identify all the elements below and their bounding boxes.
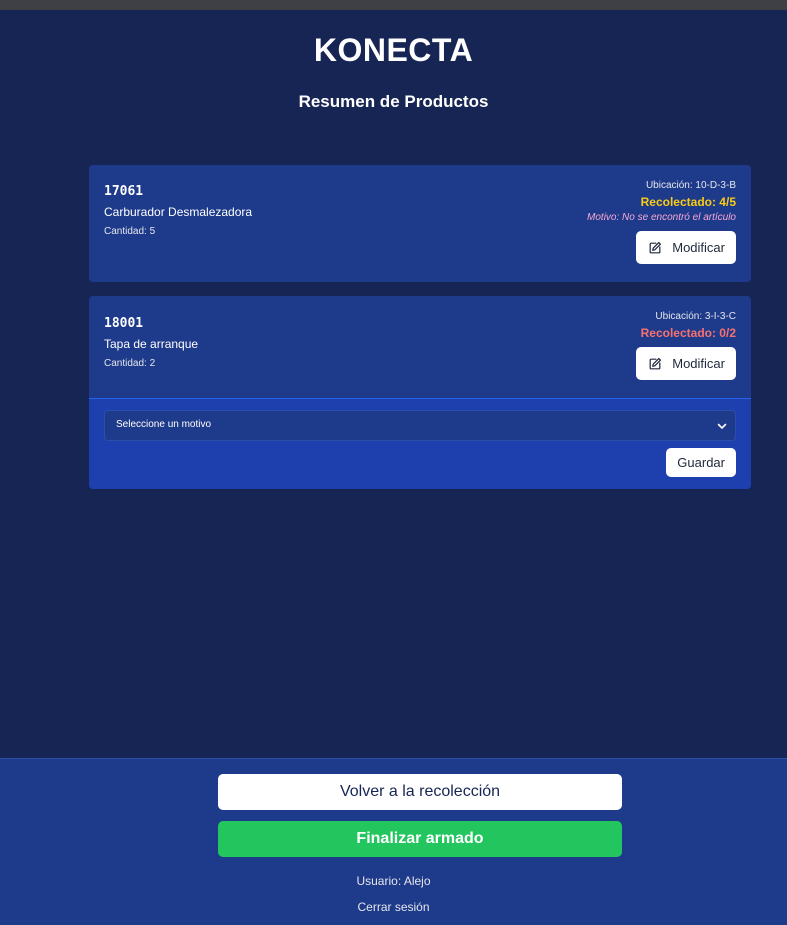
product-card: 18001 Tapa de arranque Cantidad: 2 Ubica… (89, 296, 751, 489)
chevron-down-icon (717, 423, 727, 429)
collected-count: Recolectado: 0/2 (640, 326, 736, 340)
current-user: Usuario: Alejo (356, 874, 431, 888)
edit-icon (649, 241, 662, 253)
motive-panel: Seleccione un motivo Guardar (89, 398, 751, 489)
browser-top-bar (0, 0, 787, 10)
modify-button-label: Modificar (672, 240, 725, 255)
product-status: Ubicación: 3-I-3-C Recolectado: 0/2 Modi… (636, 311, 736, 380)
save-button[interactable]: Guardar (666, 448, 736, 477)
footer-bar: Volver a la recolección Finalizar armado… (0, 758, 787, 925)
motive-select[interactable]: Seleccione un motivo (104, 410, 736, 441)
product-location: Ubicación: 10-D-3-B (645, 180, 736, 191)
page-subtitle: Resumen de Productos (298, 92, 489, 111)
finish-assembly-button[interactable]: Finalizar armado (218, 821, 622, 857)
product-card-header: 17061 Carburador Desmalezadora Cantidad:… (89, 165, 751, 264)
missing-motive: Motivo: No se encontró el artículo (587, 212, 736, 223)
collected-count: Recolectado: 4/5 (640, 195, 736, 209)
save-row: Guardar (104, 448, 736, 477)
product-card-header: 18001 Tapa de arranque Cantidad: 2 Ubica… (89, 296, 751, 398)
logout-link[interactable]: Cerrar sesión (0, 900, 787, 914)
motive-select-value: Seleccione un motivo (116, 419, 212, 430)
modify-button[interactable]: Modificar (636, 347, 736, 380)
back-to-collection-button[interactable]: Volver a la recolección (218, 774, 622, 810)
product-card: 17061 Carburador Desmalezadora Cantidad:… (89, 165, 751, 282)
modify-button[interactable]: Modificar (636, 231, 736, 264)
modify-button-label: Modificar (672, 356, 725, 371)
product-status: Ubicación: 10-D-3-B Recolectado: 4/5 Mot… (587, 180, 736, 264)
product-location: Ubicación: 3-I-3-C (655, 311, 736, 322)
edit-icon (649, 357, 662, 369)
brand-title: KONECTA (313, 32, 474, 68)
